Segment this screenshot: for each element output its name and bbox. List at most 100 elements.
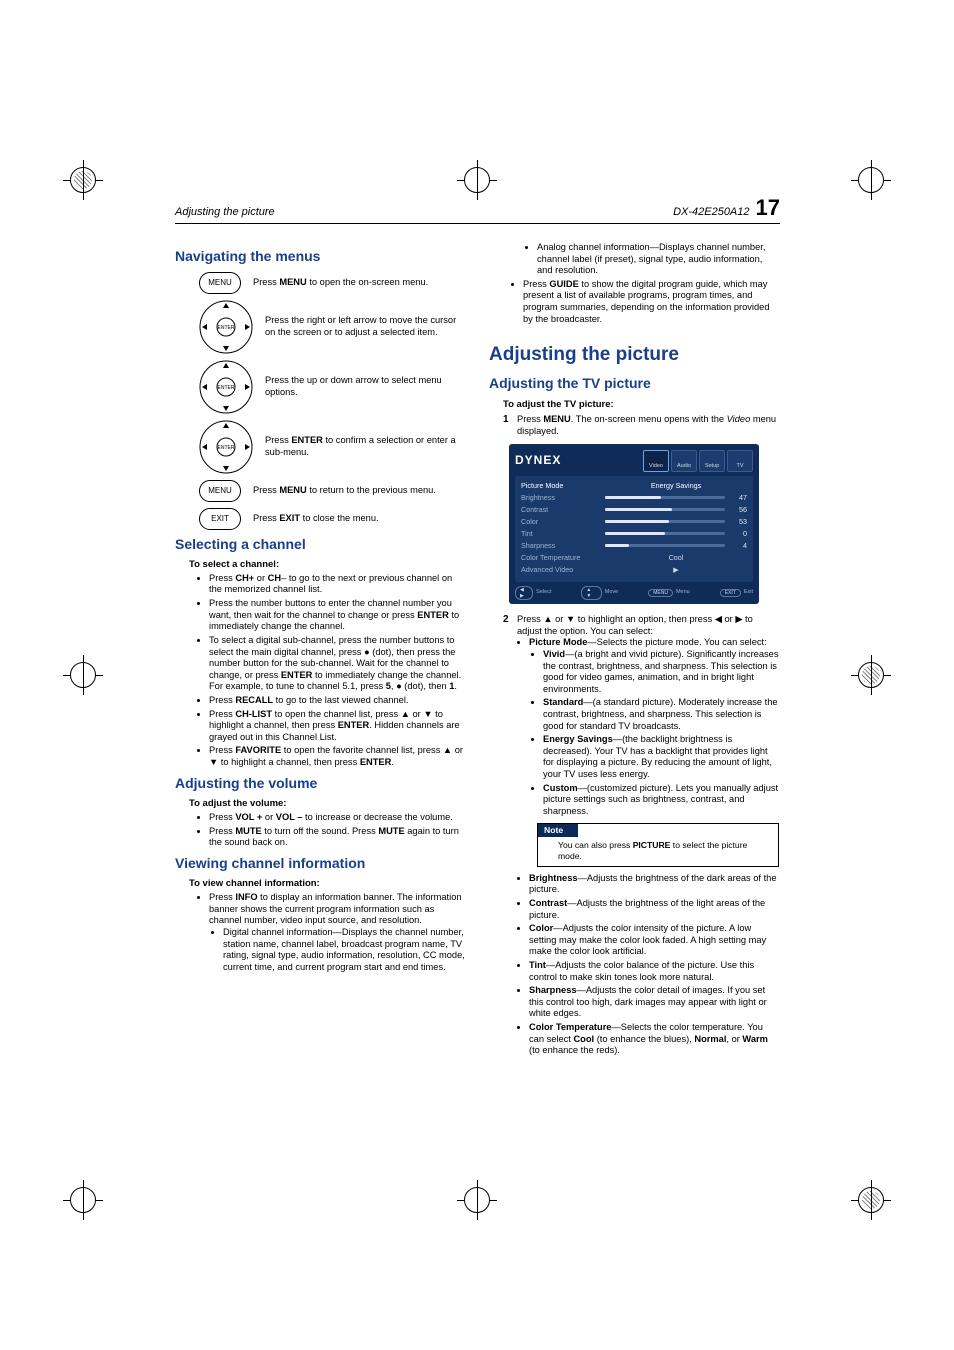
osd-row: Advanced Video▶ <box>521 564 747 576</box>
list-item: Press the number buttons to enter the ch… <box>209 598 465 633</box>
osd-logo: DYNEX <box>515 453 561 468</box>
note-body: You can also press PICTURE to select the… <box>538 837 778 865</box>
note-box: Note You can also press PICTURE to selec… <box>537 823 779 866</box>
picture-mode-list: Picture Mode—Selects the picture mode. Y… <box>529 637 779 817</box>
remote-dpad-icon: ENTER <box>199 300 253 354</box>
nav-desc-1: Press the right or left arrow to move th… <box>265 315 465 338</box>
header-left: Adjusting the picture <box>175 206 275 218</box>
cropmark <box>63 655 103 695</box>
list-item: Digital channel information—Displays the… <box>223 927 465 973</box>
subhead-adjust-tv-picture: To adjust the TV picture: <box>503 399 779 411</box>
heading-viewing-channel-info: Viewing channel information <box>175 855 465 873</box>
list-item: Standard—(a standard picture). Moderatel… <box>543 697 779 732</box>
remote-menu-button-icon: MENU <box>199 272 241 294</box>
list-item: Picture Mode—Selects the picture mode. Y… <box>529 637 779 817</box>
view-info-sublist: Digital channel information—Displays the… <box>223 927 465 973</box>
heading-navigating: Navigating the menus <box>175 248 465 266</box>
cropmark <box>457 1180 497 1220</box>
osd-tab-audio: Audio <box>671 450 697 472</box>
cropmark <box>457 160 497 200</box>
list-item: Color—Adjusts the color intensity of the… <box>529 923 779 958</box>
list-item: Energy Savings—(the backlight brightness… <box>543 734 779 780</box>
list-item: Press GUIDE to show the digital program … <box>523 279 779 325</box>
nav-desc-3: Press ENTER to confirm a selection or en… <box>265 435 465 458</box>
osd-row: Brightness47 <box>521 492 747 504</box>
right-column: Analog channel information—Displays chan… <box>489 242 779 1063</box>
view-channel-info-list: Press INFO to display an information ban… <box>209 892 465 973</box>
step-body: Press MENU. The on-screen menu opens wit… <box>517 414 779 437</box>
select-channel-list: Press CH+ or CH– to go to the next or pr… <box>209 573 465 769</box>
nav-desc-4: Press MENU to return to the previous men… <box>253 485 436 497</box>
osd-tab-video: Video <box>643 450 669 472</box>
subhead-adjust-volume: To adjust the volume: <box>189 798 465 810</box>
page-content: Adjusting the picture DX-42E250A12 17 Nav… <box>175 195 780 1063</box>
osd-row: Contrast56 <box>521 504 747 516</box>
note-head: Note <box>538 824 578 837</box>
list-item: Press CH+ or CH– to go to the next or pr… <box>209 573 465 596</box>
header-model: DX-42E250A12 <box>673 206 749 218</box>
list-item: Press VOL + or VOL – to increase or decr… <box>209 812 465 824</box>
osd-tab-tv: TV <box>727 450 753 472</box>
subhead-view-channel-info: To view channel information: <box>189 878 465 890</box>
list-item: Press RECALL to go to the last viewed ch… <box>209 695 465 707</box>
list-item: Tint—Adjusts the color balance of the pi… <box>529 960 779 983</box>
nav-desc-2: Press the up or down arrow to select men… <box>265 375 465 398</box>
list-item: To select a digital sub-channel, press t… <box>209 635 465 693</box>
osd-row: Color53 <box>521 516 747 528</box>
left-column: Navigating the menus MENU Press MENU to … <box>175 242 465 1063</box>
svg-text:ENTER: ENTER <box>218 445 235 451</box>
heading-adjusting-volume: Adjusting the volume <box>175 775 465 793</box>
step-1: 1 Press MENU. The on-screen menu opens w… <box>503 414 779 437</box>
remote-dpad-icon: ENTER <box>199 420 253 474</box>
list-item: Contrast—Adjusts the brightness of the l… <box>529 898 779 921</box>
nav-desc-0: Press MENU to open the on-screen menu. <box>253 277 428 289</box>
step-body: Press ▲ or ▼ to highlight an option, the… <box>517 614 779 1059</box>
cropmark <box>851 655 891 695</box>
osd-row: Sharpness4 <box>521 540 747 552</box>
osd-row: Color TemperatureCool <box>521 552 747 564</box>
osd-row: Tint0 <box>521 528 747 540</box>
view-guide-list: Press GUIDE to show the digital program … <box>523 279 779 325</box>
list-item: Analog channel information—Displays chan… <box>537 242 779 277</box>
remote-exit-button-icon: EXIT <box>199 508 241 530</box>
step-number: 1 <box>503 414 517 437</box>
step-2: 2 Press ▲ or ▼ to highlight an option, t… <box>503 614 779 1059</box>
view-info-main: Press INFO to display an information ban… <box>209 892 462 925</box>
cropmark <box>63 160 103 200</box>
list-item: Press FAVORITE to open the favorite chan… <box>209 745 465 768</box>
page-number: 17 <box>756 195 780 220</box>
heading-adjusting-picture: Adjusting the picture <box>489 343 779 367</box>
subhead-select-channel: To select a channel: <box>189 559 465 571</box>
adjust-volume-list: Press VOL + or VOL – to increase or decr… <box>209 812 465 849</box>
cropmark <box>63 1180 103 1220</box>
list-item: Brightness—Adjusts the brightness of the… <box>529 873 779 896</box>
step2-lead: Press ▲ or ▼ to highlight an option, the… <box>517 614 779 637</box>
remote-menu-button-icon: MENU <box>199 480 241 502</box>
list-item: Press MUTE to turn off the sound. Press … <box>209 826 465 849</box>
list-item: Sharpness—Adjusts the color detail of im… <box>529 985 779 1020</box>
osd-footer: ◀ ▶Select ▲ ▼Move MENUMenu EXITExit <box>515 586 753 601</box>
view-info-sublist-cont: Analog channel information—Displays chan… <box>537 242 779 277</box>
pm-lead: Picture Mode—Selects the picture mode. Y… <box>529 637 767 647</box>
list-item: Press CH-LIST to open the channel list, … <box>209 709 465 744</box>
nav-desc-5: Press EXIT to close the menu. <box>253 513 379 525</box>
running-header: Adjusting the picture DX-42E250A12 17 <box>175 195 780 224</box>
svg-text:ENTER: ENTER <box>218 325 235 331</box>
osd-tabs: Video Audio Setup TV <box>643 450 753 472</box>
list-item: Vivid—(a bright and vivid picture). Sign… <box>543 649 779 695</box>
osd-tab-setup: Setup <box>699 450 725 472</box>
cropmark <box>851 160 891 200</box>
cropmark <box>851 1180 891 1220</box>
osd-video-menu: DYNEX Video Audio Setup TV Picture ModeE… <box>509 444 759 605</box>
step-number: 2 <box>503 614 517 1059</box>
osd-body: Picture ModeEnergy SavingsBrightness47Co… <box>515 476 753 582</box>
osd-row: Picture ModeEnergy Savings <box>521 480 747 492</box>
list-item: Color Temperature—Selects the color temp… <box>529 1022 779 1057</box>
list-item: Press INFO to display an information ban… <box>209 892 465 973</box>
picture-settings-list: Brightness—Adjusts the brightness of the… <box>529 873 779 1057</box>
list-item: Custom—(customized picture). Lets you ma… <box>543 783 779 818</box>
heading-selecting-channel: Selecting a channel <box>175 536 465 554</box>
pm-sublist: Vivid—(a bright and vivid picture). Sign… <box>543 649 779 818</box>
heading-adjusting-tv-picture: Adjusting the TV picture <box>489 375 779 393</box>
svg-text:ENTER: ENTER <box>218 385 235 391</box>
